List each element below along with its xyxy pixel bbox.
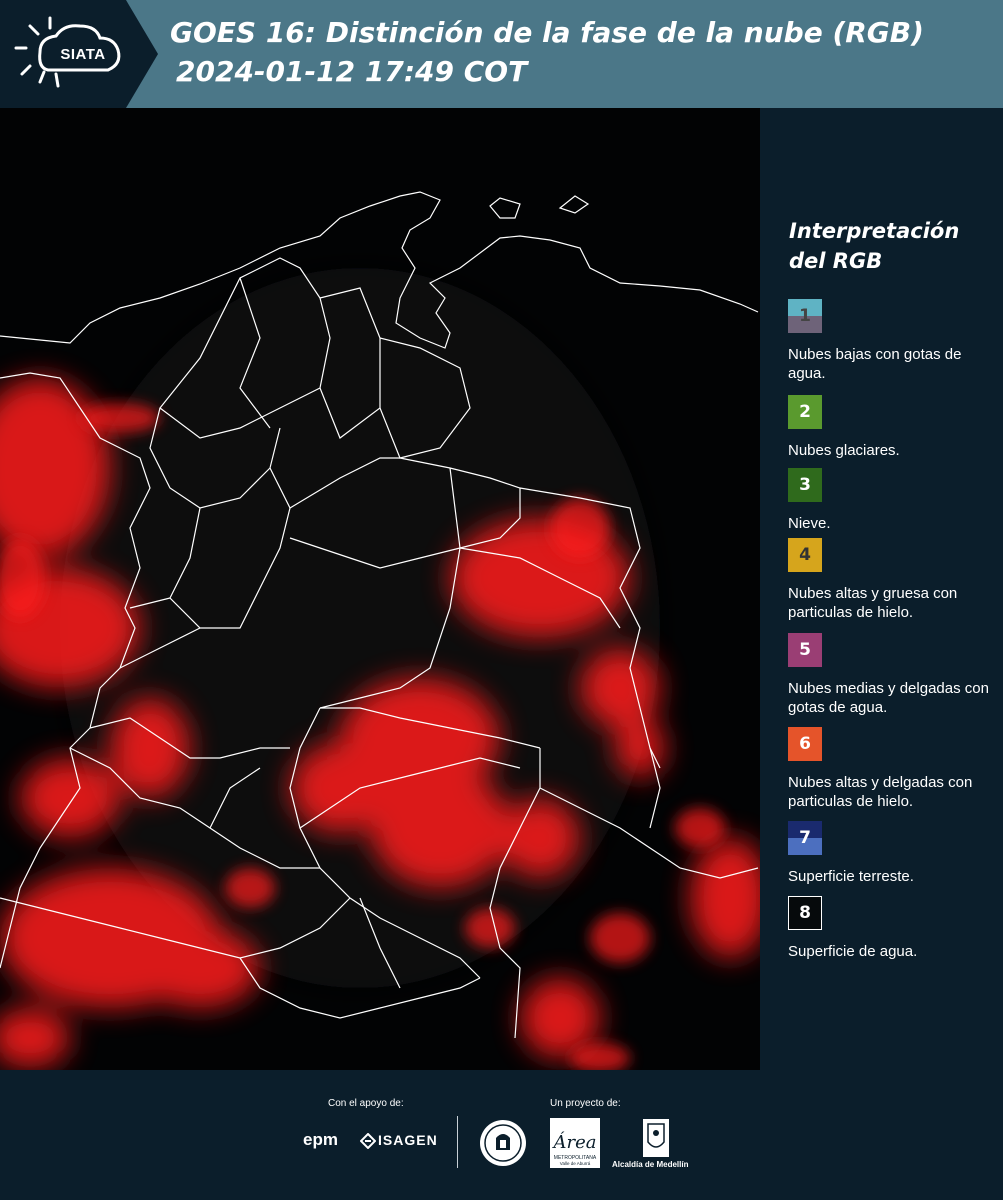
legend-label-2: Nubes glaciares. xyxy=(788,442,900,459)
siata-logo: SIATA xyxy=(0,0,158,108)
header-bar: SIATA GOES 16: Distinción de la fase de … xyxy=(0,0,1003,108)
legend-swatch-5: 5 xyxy=(788,633,822,667)
alcaldia-shield-icon xyxy=(643,1119,669,1157)
area-logo-text: Área xyxy=(552,1130,597,1153)
legend-panel: Interpretación del RGB 1 Nubes bajas con… xyxy=(760,108,1003,1070)
legend-label-5: Nubes medias y delgadas con gotas de agu… xyxy=(788,680,989,716)
siata-logo-text: SIATA xyxy=(60,46,106,63)
legend-swatch-6: 6 xyxy=(788,727,822,761)
map-canvas xyxy=(0,108,760,1070)
legend-swatch-3: 3 xyxy=(788,468,822,502)
legend-swatch-1: 1 xyxy=(788,299,822,333)
legend-title-line1: Interpretación xyxy=(789,219,960,243)
page-title: GOES 16: Distinción de la fase de la nub… xyxy=(170,16,924,49)
legend-title: Interpretación del RGB xyxy=(789,216,999,276)
legend-swatch-7: 7 xyxy=(788,821,822,855)
page-datetime: 2024-01-12 17:49 COT xyxy=(176,55,528,88)
footer: Con el apoyo de: Un proyecto de: epm ISA… xyxy=(0,1070,1003,1200)
legend-swatch-8: 8 xyxy=(788,896,822,930)
legend-swatch-2: 2 xyxy=(788,395,822,429)
support-caption: Con el apoyo de: xyxy=(328,1098,404,1109)
area-metropolitana-logo: Área METROPOLITANA Valle de Aburrá xyxy=(550,1118,600,1168)
project-caption: Un proyecto de: xyxy=(550,1098,621,1109)
satellite-map xyxy=(0,108,760,1070)
footer-divider xyxy=(457,1116,458,1168)
legend-label-4: Nubes altas y gruesa con particulas de h… xyxy=(788,585,958,621)
legend-label-6: Nubes altas y delgadas con particulas de… xyxy=(788,774,973,810)
legend-label-3: Nieve. xyxy=(788,515,831,532)
legend-swatch-4: 4 xyxy=(788,538,822,572)
area-logo-subtitle2: Valle de Aburrá xyxy=(560,1161,591,1166)
legend-label-1: Nubes bajas con gotas de agua. xyxy=(788,346,962,382)
alcaldia-label: Alcaldía de Medellín xyxy=(612,1160,689,1169)
legend-title-line2: del RGB xyxy=(789,249,883,273)
isagen-logo-text: ISAGEN xyxy=(378,1132,438,1148)
seal-logo-icon xyxy=(480,1120,526,1166)
legend-label-7: Superficie terreste. xyxy=(788,868,914,885)
isagen-mark-icon xyxy=(360,1133,376,1149)
legend-label-8: Superficie de agua. xyxy=(788,943,918,960)
epm-logo: epm xyxy=(303,1130,338,1149)
